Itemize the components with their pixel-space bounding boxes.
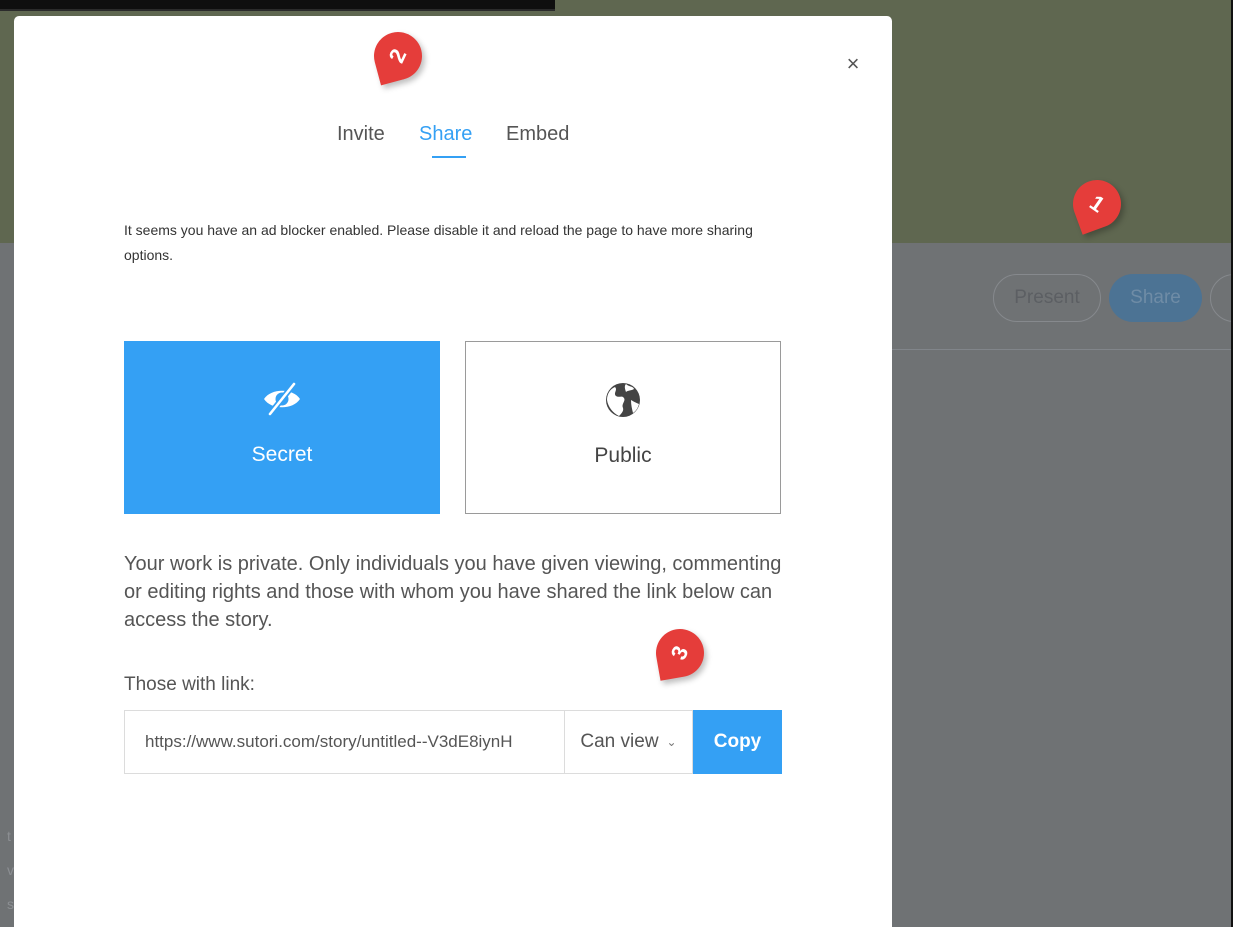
- public-option[interactable]: Public: [465, 341, 781, 514]
- copy-button[interactable]: Copy: [693, 710, 782, 774]
- share-link-field[interactable]: [124, 710, 564, 774]
- annotation-pin-3: 3: [652, 625, 708, 681]
- eye-slash-icon: [262, 379, 302, 419]
- present-button[interactable]: Present: [993, 274, 1101, 322]
- tab-invite[interactable]: Invite: [337, 120, 385, 148]
- tab-embed[interactable]: Embed: [506, 120, 569, 148]
- annotation-number: 2: [383, 44, 412, 67]
- secret-option-label: Secret: [251, 443, 313, 466]
- secret-option[interactable]: Secret: [124, 341, 440, 514]
- annotation-number: 1: [1085, 189, 1110, 218]
- screenshot-crop-bar: [0, 0, 555, 11]
- privacy-description: Your work is private. Only individuals y…: [124, 553, 782, 631]
- permission-dropdown[interactable]: Can view ⌄: [564, 710, 693, 774]
- link-label: Those with link:: [124, 674, 255, 695]
- background-text-fragment: s: [7, 896, 14, 912]
- public-option-label: Public: [594, 444, 652, 467]
- share-link-row: Can view ⌄ Copy: [124, 710, 782, 774]
- share-dialog: × Invite Share Embed It seems you have a…: [14, 16, 892, 927]
- tab-share[interactable]: Share: [419, 120, 472, 148]
- close-icon[interactable]: ×: [843, 52, 863, 76]
- share-tabs: Invite Share Embed: [14, 120, 892, 160]
- annotation-pin-2: 2: [368, 26, 428, 86]
- share-button[interactable]: Share: [1109, 274, 1202, 322]
- screenshot-frame-edge: [1231, 0, 1238, 927]
- annotation-pin-1: 1: [1066, 173, 1128, 235]
- adblock-notice: It seems you have an ad blocker enabled.…: [124, 222, 753, 263]
- chevron-down-icon: ⌄: [666, 735, 677, 749]
- background-text-fragment: v: [7, 862, 14, 878]
- annotation-number: 3: [665, 641, 694, 664]
- background-text-fragment: t: [7, 828, 11, 844]
- toolbar-divider: [890, 349, 1238, 350]
- active-tab-indicator: [432, 156, 466, 158]
- globe-icon: [603, 380, 643, 420]
- permission-selected: Can view: [580, 731, 659, 752]
